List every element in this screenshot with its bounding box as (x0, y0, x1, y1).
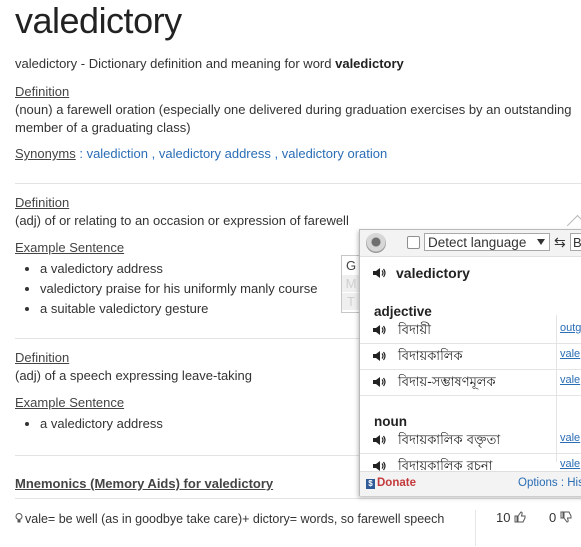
synonym-link[interactable]: valedictory oration (282, 146, 388, 161)
speaker-icon[interactable] (372, 267, 386, 279)
speaker-icon[interactable] (372, 376, 386, 388)
upvote-button[interactable]: 10 (496, 510, 526, 525)
tab-t[interactable]: T (342, 293, 360, 310)
pos-noun: noun (374, 414, 407, 429)
thumbs-down-icon (560, 511, 572, 523)
lock-language-checkbox[interactable] (407, 236, 420, 249)
intro-text: valedictory - Dictionary definition and … (15, 55, 404, 72)
list-item: বিদায়কালিক বক্তৃতা vale (360, 428, 581, 454)
back-translation-link[interactable]: vale (560, 374, 580, 386)
speaker-icon[interactable] (372, 324, 386, 336)
popup-headword: valedictory (372, 265, 470, 281)
donate-icon: $ (366, 479, 375, 489)
back-translation-link[interactable]: vale (560, 432, 580, 444)
mnemonics-title: Mnemonics (Memory Aids) for valedictory (15, 476, 274, 491)
definition-text-cont: member of a graduating class) (15, 120, 191, 135)
vote-box: 10 0 (475, 510, 576, 546)
divider (15, 183, 581, 184)
translation-text: বিদায়কালিক (398, 349, 463, 364)
list-item: বিদায়ী outg (360, 318, 581, 344)
lightbulb-icon (15, 513, 23, 523)
tab-g[interactable]: G (342, 257, 360, 274)
intro-prefix: valedictory - Dictionary definition and … (15, 56, 336, 71)
synonyms-label: Synonyms (15, 146, 76, 161)
column-divider (556, 315, 557, 462)
tab-m[interactable]: M (342, 275, 360, 292)
thumbs-up-icon (514, 511, 526, 523)
chevron-down-icon (537, 239, 545, 245)
synonym-link[interactable]: valediction (87, 146, 148, 161)
translation-text: বিদায়কালিক বক্তৃতা (398, 433, 501, 448)
popup-word: valedictory (396, 265, 470, 281)
definition-1: Definition (noun) a farewell oration (es… (15, 83, 581, 163)
back-translation-link[interactable]: vale (560, 348, 580, 360)
definition-text: (adj) of or relating to an occasion or e… (15, 213, 349, 228)
back-translation-link[interactable]: outg (560, 322, 581, 334)
divider (15, 498, 581, 499)
translation-text: বিদায়ী (398, 323, 431, 338)
popup-toolbar: Detect language ⇆ B (360, 230, 581, 257)
popup-footer: $ Donate Options : His (360, 471, 581, 496)
source-language-select[interactable]: Detect language (424, 233, 550, 251)
donate-link[interactable]: $ Donate (366, 477, 416, 489)
definition-text: (noun) a farewell oration (especially on… (15, 102, 572, 117)
list-item: বিদায়-সম্ভাষণমূলক vale (360, 370, 581, 396)
options-history-link[interactable]: Options : His (518, 477, 581, 489)
mnemonic-text: vale= be well (as in goodbye take care)+… (15, 510, 455, 529)
donate-label: Donate (377, 477, 416, 489)
synonym-link[interactable]: valedictory address (159, 146, 271, 161)
translator-mode-tabs: G M T (341, 255, 361, 313)
synonym-separator: , (274, 146, 282, 161)
page-title: valedictory (15, 0, 182, 41)
intro-word: valedictory (335, 56, 404, 71)
definition-label: Definition (15, 195, 70, 210)
source-language-value: Detect language (428, 235, 527, 250)
swap-icon[interactable]: ⇆ (554, 234, 568, 250)
mnemonic-body: vale= be well (as in goodbye take care)+… (25, 512, 445, 526)
translator-logo-icon[interactable] (366, 233, 386, 253)
target-language-select[interactable]: B (570, 233, 581, 251)
speaker-icon[interactable] (372, 434, 386, 446)
synonyms: Synonyms : valediction , valedictory add… (15, 145, 581, 163)
pos-adjective: adjective (374, 304, 432, 319)
downvote-button[interactable]: 0 (549, 510, 572, 525)
synonym-separator: , (151, 146, 159, 161)
downvote-count: 0 (549, 510, 557, 525)
translation-popup: Detect language ⇆ B valedictory adjectiv… (359, 229, 581, 496)
translation-text: বিদায়-সম্ভাষণমূলক (398, 375, 496, 390)
back-translation-link[interactable]: vale (560, 458, 580, 470)
list-item: বিদায়কালিক vale (360, 344, 581, 370)
definition-label: Definition (15, 84, 70, 99)
synonyms-colon: : (79, 146, 87, 161)
speaker-icon[interactable] (372, 350, 386, 362)
upvote-count: 10 (496, 510, 511, 525)
